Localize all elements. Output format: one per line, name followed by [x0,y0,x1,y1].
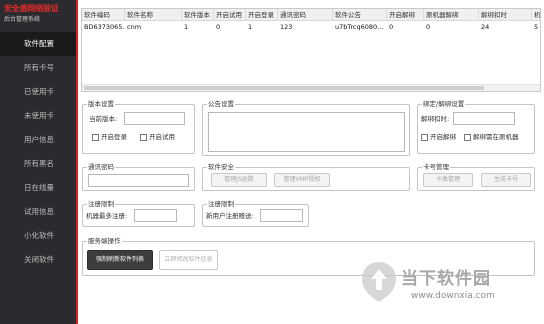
comm-password-input[interactable] [88,174,189,187]
sidebar-item-software-config[interactable]: 软件配置 [0,32,76,56]
grid-header-cell[interactable]: 软件公告 [333,9,387,21]
scrollbar-thumb[interactable] [84,86,484,90]
checkbox-label: 开启试用 [149,133,175,141]
grid-cell: BD6373065... [84,23,125,31]
checkbox-box[interactable] [140,133,147,141]
grid-header-cell[interactable]: 软件版本 [182,9,214,21]
open-login-checkbox[interactable]: 开启登录 [92,132,127,142]
card-management-group: 卡号管理 卡类管理 生成卡号 [417,163,535,191]
horizontal-scrollbar[interactable] [82,84,540,91]
sidebar-item-all-cards[interactable]: 所有卡号 [0,56,76,80]
brand-subtitle: 后台管理系统 [4,16,41,23]
brand: 安全盾网络验证 后台管理系统 [0,0,76,32]
grid-cell: 0 [426,23,431,31]
watermark-title: 当下软件园 [401,269,491,289]
watermark: 当下软件园 www.downxia.com [359,256,544,324]
unbind-deduct-label: 解绑扣时: [421,115,450,123]
machine-max-register-input[interactable] [134,209,177,222]
group-title: 通讯密码 [87,163,115,172]
sidebar-item-used-cards[interactable]: 已使用卡 [0,80,76,104]
unbind-settings-group: 绑定/解绑设置 解绑扣时: 开启解绑 解绑需在原机器 [417,100,535,154]
brand-title: 安全盾网络验证 [4,4,59,13]
card-type-manage-button[interactable]: 卡类管理 [423,173,473,187]
sidebar-item-unused-cards[interactable]: 未使用卡 [0,104,76,128]
grid-header-cell[interactable]: 开启登录 [246,9,278,21]
current-version-input[interactable] [124,112,185,125]
grid-cell: 1 [248,23,253,31]
new-user-bonus-input[interactable] [260,209,303,222]
group-title: 服务端操作 [87,237,122,246]
manage-js-button[interactable]: 管理JS函数 [211,173,267,187]
sidebar-item-minimize[interactable]: 小化软件 [0,224,76,248]
grid-cell: cnm [127,23,142,31]
enable-unbind-checkbox[interactable]: 开启解绑 [421,132,456,142]
grid-header-cell[interactable]: 开启试用 [214,9,246,21]
modify-software-info-button[interactable]: 立即修改软件信息 [159,250,218,270]
group-title: 卡号管理 [422,163,450,172]
checkbox-label: 解绑需在原机器 [473,133,519,141]
checkbox-box[interactable] [464,133,471,141]
new-user-bonus-label: 新用户注册赠送: [206,212,254,220]
comm-password-group: 通讯密码 [82,163,195,191]
grid-cell: 1 [184,23,189,31]
checkbox-label: 开启解绑 [430,133,456,141]
sidebar-item-blacklist[interactable]: 所有黑名 [0,152,76,176]
grid-header-cell[interactable]: 原机器解绑 [424,9,479,21]
table-row[interactable]: BD6373065... cnm 1 0 1 123 u7bTrcq6080..… [82,21,540,33]
group-title: 公告设置 [207,100,235,109]
grid-cell: 0 [389,23,394,31]
unbind-original-machine-checkbox[interactable]: 解绑需在原机器 [464,132,519,142]
generate-cards-button[interactable]: 生成卡号 [481,173,531,187]
sidebar-item-daily-online[interactable]: 日在线量 [0,176,76,200]
group-title: 版本设置 [87,100,115,109]
software-grid[interactable]: 软件编码 软件名称 软件版本 开启试用 开启登录 通讯密码 软件公告 开启解绑 … [81,8,541,92]
checkbox-box[interactable] [92,133,99,141]
group-title: 注册限制 [87,200,115,209]
grid-header: 软件编码 软件名称 软件版本 开启试用 开启登录 通讯密码 软件公告 开启解绑 … [82,9,540,21]
grid-header-cell[interactable]: 软件编码 [82,9,125,21]
grid-header-cell[interactable]: 开启解绑 [387,9,424,21]
open-trial-checkbox[interactable]: 开启试用 [140,132,175,142]
grid-cell: 123 [280,23,293,31]
grid-cell: 24 [481,23,490,31]
group-title: 绑定/解绑设置 [422,100,466,109]
machine-max-register-label: 机器最多注册: [86,212,128,220]
checkbox-label: 开启登录 [101,133,127,141]
grid-header-cell[interactable]: 解绑扣时 [479,9,532,21]
sidebar: 安全盾网络验证 后台管理系统 软件配置 所有卡号 已使用卡 未使用卡 用户信息 … [0,0,76,324]
current-version-label: 当前版本: [89,115,118,123]
watermark-url: www.downxia.com [411,291,495,301]
grid-header-cell[interactable]: 机 [532,9,540,21]
unbind-deduct-input[interactable] [453,112,515,125]
grid-header-cell[interactable]: 软件名称 [125,9,182,21]
version-settings-group: 版本设置 当前版本: 开启登录 开启试用 [82,100,195,154]
register-bonus-group: 注册限制 新用户注册赠送: [202,200,309,227]
force-refresh-software-list-button[interactable]: 强制刷新软件列表 [87,250,153,270]
announcement-group: 公告设置 [202,100,410,156]
software-security-group: 软件安全 管理JS函数 管理VMP授权 [202,163,410,191]
sidebar-item-user-info[interactable]: 用户信息 [0,128,76,152]
grid-header-cell[interactable]: 通讯密码 [278,9,333,21]
group-title: 软件安全 [207,163,235,172]
sidebar-item-close[interactable]: 关闭软件 [0,248,76,272]
downxia-logo-icon [362,262,396,302]
manage-vmp-button[interactable]: 管理VMP授权 [274,173,330,187]
announcement-textarea[interactable] [208,112,405,152]
sidebar-item-trial-info[interactable]: 试用信息 [0,200,76,224]
grid-cell: u7bTrcq6080... [335,23,384,31]
register-limit-group: 注册限制 机器最多注册: [82,200,195,227]
group-title: 注册限制 [207,200,235,209]
grid-cell: 0 [216,23,221,31]
grid-cell: 5 [534,23,539,31]
checkbox-box[interactable] [421,133,428,141]
